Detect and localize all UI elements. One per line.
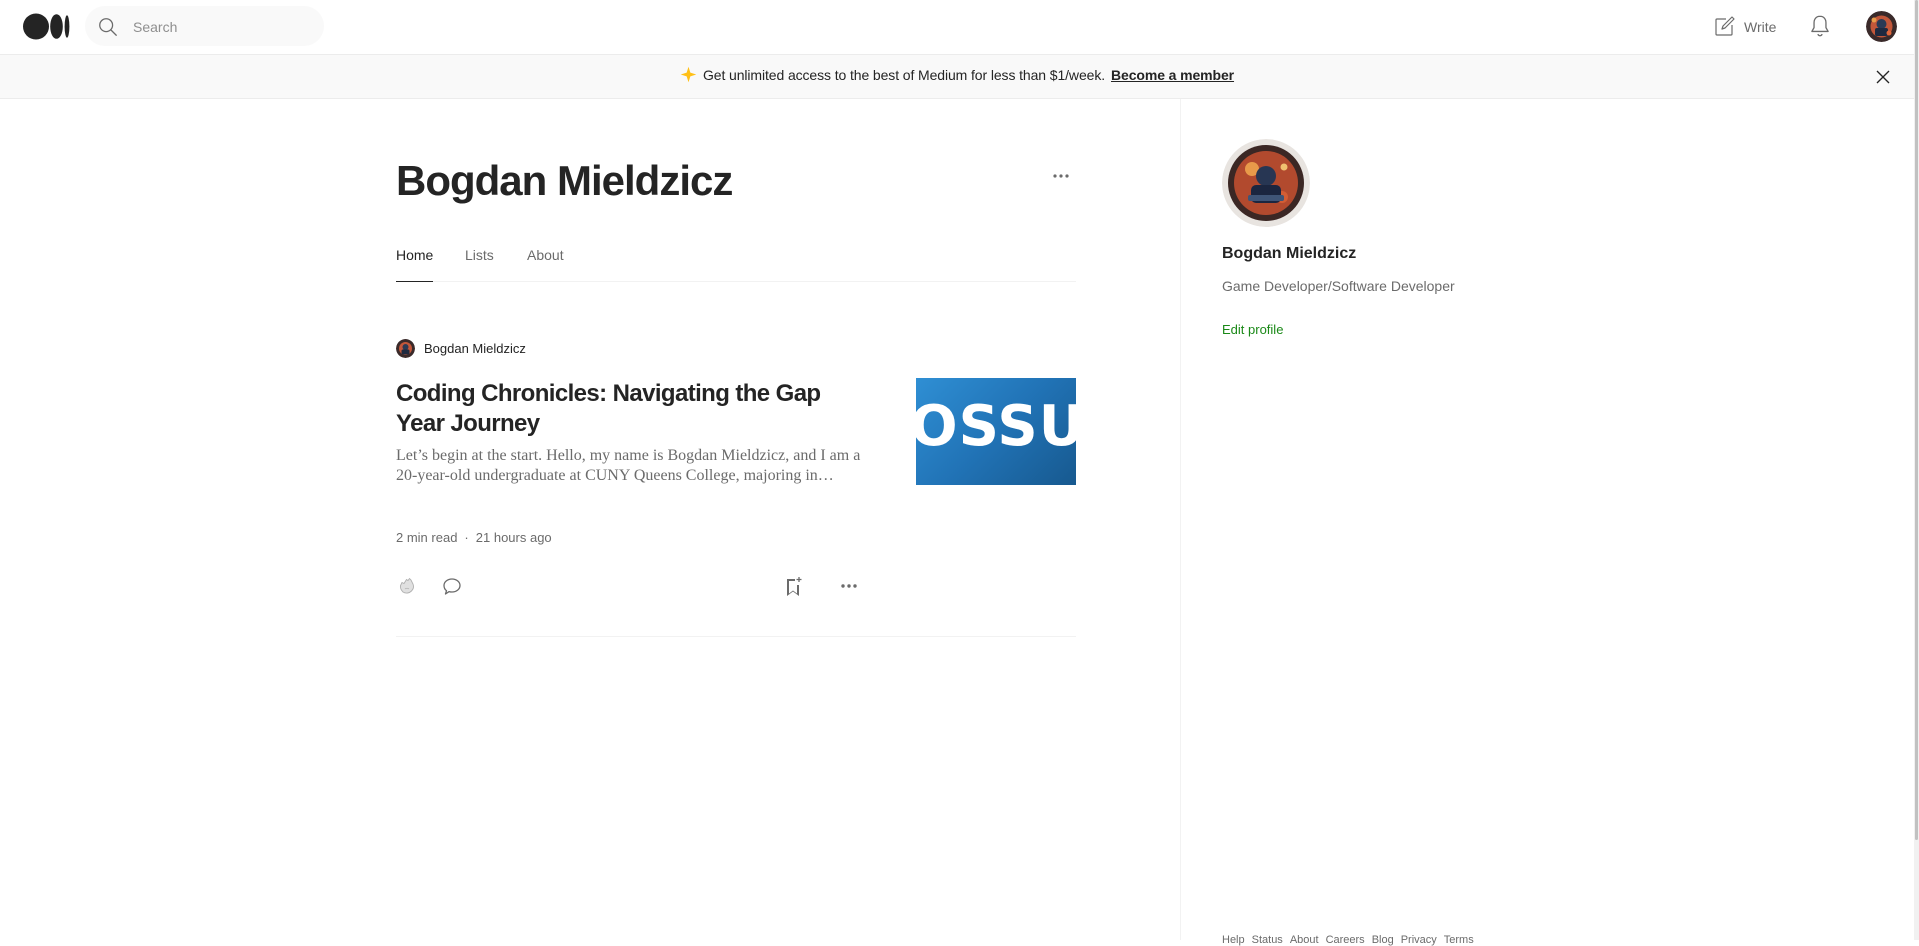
tab-lists[interactable]: Lists <box>465 247 494 281</box>
avatar-image <box>396 339 415 358</box>
write-button[interactable]: Write <box>1712 13 1776 41</box>
footer-link-blog[interactable]: Blog <box>1372 934 1394 946</box>
banner-content: Get unlimited access to the best of Medi… <box>0 66 1914 83</box>
search-icon <box>99 18 117 36</box>
footer-links: Help Status About Careers Blog Privacy Terms <box>1222 934 1481 946</box>
sidebar-author-name: Bogdan Mieldzicz <box>1222 245 1357 262</box>
more-options-icon[interactable] <box>837 574 861 598</box>
more-options-icon[interactable] <box>1050 165 1072 187</box>
search-input[interactable] <box>131 14 315 40</box>
membership-banner: Get unlimited access to the best of Medi… <box>0 54 1914 99</box>
footer-link-careers[interactable]: Careers <box>1326 934 1365 946</box>
article-snippet: Let’s begin at the start. Hello, my name… <box>396 447 861 484</box>
avatar-image <box>1222 139 1310 227</box>
article-title[interactable]: Coding Chronicles: Navigating the Gap Ye… <box>396 379 866 439</box>
top-navigation-bar: Write <box>0 0 1914 54</box>
user-avatar[interactable] <box>1866 11 1897 42</box>
meta-separator: · <box>464 530 469 545</box>
article-meta: 2 min read · 21 hours ago <box>396 530 552 545</box>
clap-icon[interactable] <box>396 574 420 598</box>
sidebar-bio: Game Developer/Software Developer <box>1222 278 1455 294</box>
bell-icon[interactable] <box>1807 13 1833 39</box>
responses-icon[interactable] <box>440 574 464 598</box>
footer-link-terms[interactable]: Terms <box>1444 934 1474 946</box>
medium-logo-icon[interactable] <box>23 13 70 40</box>
become-member-link[interactable]: Become a member <box>1111 67 1234 83</box>
profile-tabs: Home Lists About <box>396 247 1076 282</box>
footer-link-privacy[interactable]: Privacy <box>1401 934 1437 946</box>
avatar-image <box>1866 11 1897 42</box>
page-title: Bogdan Mieldzicz <box>396 157 733 204</box>
edit-profile-link[interactable]: Edit profile <box>1222 322 1283 337</box>
posted-time: 21 hours ago <box>475 530 552 545</box>
read-time: 2 min read <box>396 530 458 545</box>
close-icon[interactable] <box>1873 67 1893 87</box>
write-icon <box>1715 16 1735 36</box>
article-byline: Bogdan Mieldzicz <box>396 339 526 358</box>
thumbnail-text: OSSU <box>916 394 1076 459</box>
tab-about[interactable]: About <box>527 247 564 281</box>
write-label: Write <box>1744 19 1777 35</box>
article-author[interactable]: Bogdan Mieldzicz <box>424 341 526 356</box>
article-card[interactable]: Bogdan Mieldzicz Coding Chronicles: Navi… <box>396 339 1076 637</box>
article-thumbnail[interactable]: OSSU <box>916 378 1076 485</box>
profile-sidebar: Bogdan Mieldzicz Game Developer/Software… <box>1180 99 1915 946</box>
profile-avatar[interactable] <box>1222 139 1310 227</box>
footer-link-status[interactable]: Status <box>1252 934 1283 946</box>
banner-text: Get unlimited access to the best of Medi… <box>702 67 1106 83</box>
footer-link-help[interactable]: Help <box>1222 934 1245 946</box>
page-scrollbar-thumb[interactable] <box>1915 0 1918 840</box>
bookmark-add-icon[interactable] <box>781 574 805 598</box>
footer-link-about[interactable]: About <box>1290 934 1319 946</box>
sparkle-icon <box>680 66 697 83</box>
author-avatar[interactable] <box>396 339 415 358</box>
search-bar[interactable] <box>85 6 324 46</box>
tab-home[interactable]: Home <box>396 247 434 282</box>
